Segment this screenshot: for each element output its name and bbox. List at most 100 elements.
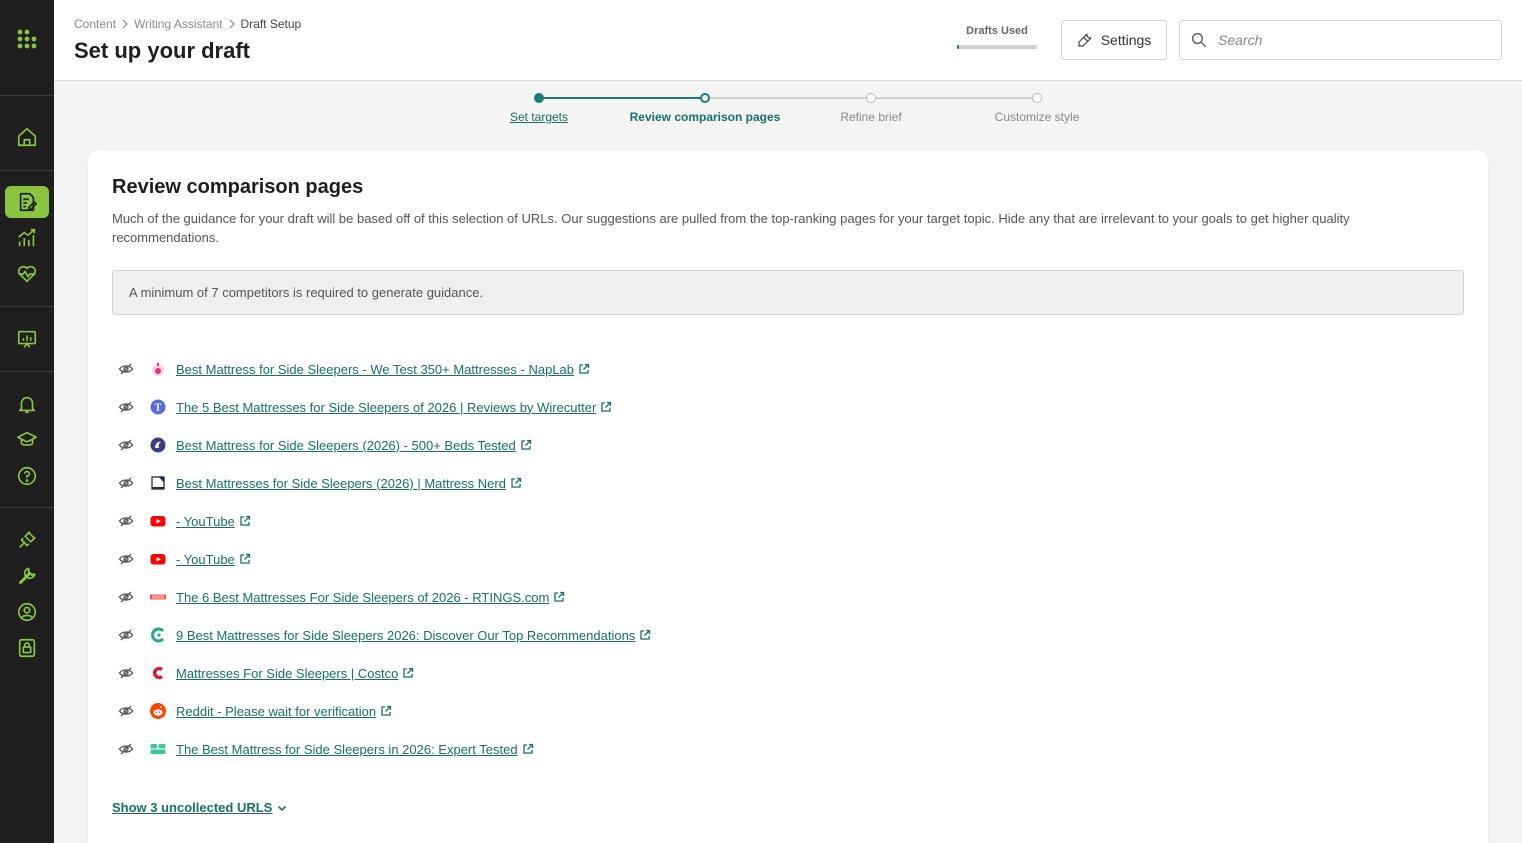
list-item: The Best Mattress for Side Sleepers in 2… [118,738,534,760]
hide-eye-icon[interactable] [118,513,134,529]
lock-icon [18,638,36,658]
sleepfoundation-icon [150,437,166,453]
drafts-used-label: Drafts Used [966,25,1028,37]
presentation-chart-icon [17,330,37,348]
rtings-icon [150,589,166,605]
sidebar-item-tools[interactable] [5,560,49,592]
sidebar-item-content-writer[interactable] [5,186,49,218]
external-link-icon[interactable] [239,515,251,527]
sidebar-divider [0,371,54,372]
breadcrumb-item-draft-setup: Draft Setup [240,17,302,31]
list-item: Best Mattress for Side Sleepers (2026) -… [118,434,532,456]
help-circle-icon [17,466,37,486]
url-link[interactable]: 9 Best Mattresses for Side Sleepers 2026… [176,628,635,643]
external-link-icon[interactable] [520,439,532,451]
search-input[interactable] [1218,32,1478,48]
list-item: T The 5 Best Mattresses for Side Sleeper… [118,396,612,418]
external-link-icon[interactable] [600,401,612,413]
user-circle-icon [17,602,37,622]
settings-button-label: Settings [1100,32,1152,48]
step-2-dot [700,93,710,103]
hide-eye-icon[interactable] [118,437,134,453]
sidebar-divider [0,95,54,96]
external-link-icon[interactable] [380,705,392,717]
sidebar-item-integrations[interactable] [5,524,49,556]
hide-eye-icon[interactable] [118,361,134,377]
sidebar-item-academy[interactable] [5,424,49,456]
external-link-icon[interactable] [553,591,565,603]
hide-eye-icon[interactable] [118,475,134,491]
step-3-dot [866,93,876,103]
external-link-icon[interactable] [239,553,251,565]
url-link[interactable]: Mattresses For Side Sleepers | Costco [176,666,398,681]
sidebar [0,0,54,843]
sidebar-item-home[interactable] [5,121,49,153]
minimum-competitors-notice: A minimum of 7 competitors is required t… [112,270,1464,315]
heart-pulse-icon [17,265,37,283]
sleepopolis-icon [150,627,166,643]
drafts-used-fill [957,45,960,49]
hide-eye-icon[interactable] [118,627,134,643]
url-link[interactable]: Best Mattress for Side Sleepers - We Tes… [176,362,574,377]
url-link[interactable]: - YouTube [176,514,235,529]
wrench-icon [1078,33,1092,47]
url-link[interactable]: The 6 Best Mattresses For Side Sleepers … [176,590,549,605]
mattressclarity-icon [150,741,166,757]
plug-icon [19,531,36,548]
page-header: Content Writing Assistant Draft Setup Se… [54,0,1522,81]
hide-eye-icon[interactable] [118,399,134,415]
stepper-line-complete [543,97,709,99]
card-description: Much of the guidance for your draft will… [112,211,1350,245]
settings-button[interactable]: Settings [1061,20,1167,60]
sidebar-item-presentation[interactable] [5,323,49,355]
breadcrumb-item-writing-assistant[interactable]: Writing Assistant [134,17,222,31]
card-title: Review comparison pages [112,176,364,198]
hide-eye-icon[interactable] [118,741,134,757]
drafts-used-bar [957,45,1037,49]
youtube-icon [150,513,166,529]
url-link[interactable]: The Best Mattress for Side Sleepers in 2… [176,742,518,757]
sidebar-item-help[interactable] [5,460,49,492]
show-more-label: Show 3 uncollected URLS [112,800,273,815]
drafts-used-meter: Drafts Used [957,25,1037,49]
url-link[interactable]: The 5 Best Mattresses for Side Sleepers … [176,400,596,415]
external-link-icon[interactable] [578,363,590,375]
sidebar-item-notifications[interactable] [5,388,49,420]
hide-eye-icon[interactable] [118,703,134,719]
sidebar-divider [0,306,54,307]
graduation-cap-icon [17,431,37,446]
show-uncollected-urls-button[interactable]: Show 3 uncollected URLS [112,800,288,815]
hide-eye-icon[interactable] [118,551,134,567]
list-item: 9 Best Mattresses for Side Sleepers 2026… [118,624,651,646]
wrench-icon [18,567,36,585]
url-link[interactable]: - YouTube [176,552,235,567]
list-item: Reddit - Please wait for verification [118,700,392,722]
progress-stepper: Set targets Review comparison pages Refi… [510,92,1079,132]
list-item: - YouTube [118,548,251,570]
external-link-icon[interactable] [522,743,534,755]
sidebar-item-security[interactable] [5,632,49,664]
breadcrumb-item-content[interactable]: Content [74,17,116,31]
search-box[interactable] [1179,20,1502,60]
sidebar-item-health[interactable] [5,258,49,290]
hide-eye-icon[interactable] [118,589,134,605]
external-link-icon[interactable] [510,477,522,489]
app-logo-icon[interactable] [16,28,38,50]
url-link[interactable]: Reddit - Please wait for verification [176,704,376,719]
sidebar-item-analytics[interactable] [5,222,49,254]
external-link-icon[interactable] [639,629,651,641]
external-link-icon[interactable] [402,667,414,679]
hide-eye-icon[interactable] [118,665,134,681]
search-icon [1191,32,1207,48]
review-card: Review comparison pages Much of the guid… [88,150,1488,843]
document-edit-icon [19,192,37,212]
list-item: The 6 Best Mattresses For Side Sleepers … [118,586,565,608]
step-set-targets[interactable]: Set targets [510,110,568,124]
step-review-comparison-pages: Review comparison pages [629,110,781,124]
url-link[interactable]: Best Mattresses for Side Sleepers (2026)… [176,476,506,491]
sidebar-item-account[interactable] [5,596,49,628]
list-item: Best Mattress for Side Sleepers - We Tes… [118,358,590,380]
youtube-icon [150,551,166,567]
url-link[interactable]: Best Mattress for Side Sleepers (2026) -… [176,438,516,453]
chevron-right-icon [229,19,235,29]
